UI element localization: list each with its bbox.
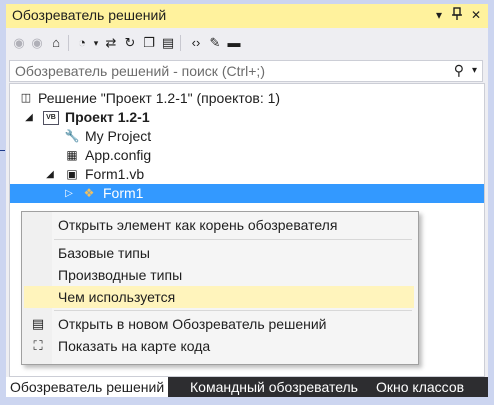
menu-item-label: Базовые типы — [58, 245, 150, 261]
tree-item-form-class[interactable]: ▷ ❖ Form1 — [10, 184, 484, 203]
background-edge — [0, 150, 5, 151]
menu-item-base-types[interactable]: Базовые типы — [24, 242, 414, 264]
title-bar[interactable]: Обозреватель решений ▾ ✕ — [6, 4, 488, 28]
forward-icon[interactable]: ◉ — [28, 34, 46, 52]
menu-item-scope-to-this[interactable]: Открыть элемент как корень обозревателя — [24, 214, 414, 236]
menu-separator — [54, 239, 412, 240]
solution-icon: ◫ — [20, 92, 32, 104]
context-menu: Открыть элемент как корень обозревателя … — [21, 211, 419, 365]
menu-item-label: Открыть элемент как корень обозревателя — [58, 217, 338, 233]
solution-label: Решение "Проект 1.2-1" (проектов: 1) — [38, 90, 281, 106]
window-frame: Обозреватель решений ▾ ✕ ◉ ◉ ⌂ ◔ ▾ ⇄ ↻ ❐… — [0, 0, 494, 405]
sync-icon[interactable]: ⇄ — [102, 34, 120, 52]
menu-item-show-on-code-map[interactable]: ⛶ Показать на карте кода — [24, 335, 414, 357]
view-code-icon[interactable]: ‹› — [187, 34, 205, 52]
tree-item-solution[interactable]: ◫ Решение "Проект 1.2-1" (проектов: 1) — [10, 89, 484, 108]
tab-solution-explorer[interactable]: Обозреватель решений — [6, 377, 169, 397]
menu-separator — [54, 310, 412, 311]
show-all-files-icon[interactable]: ▤ — [159, 34, 177, 52]
search-box[interactable]: Обозреватель решений - поиск (Ctrl+;) ⚲ … — [9, 60, 483, 82]
my-project-label: My Project — [85, 128, 152, 144]
tree-item-app-config[interactable]: ▦ App.config — [10, 146, 484, 165]
pin-icon[interactable] — [450, 7, 464, 23]
new-explorer-icon: ▤ — [31, 316, 45, 331]
toolbar-separator — [180, 35, 181, 51]
properties-icon[interactable]: ✎ — [206, 34, 224, 52]
code-map-icon: ⛶ — [33, 338, 43, 353]
chevron-down-icon[interactable]: ▾ — [472, 62, 477, 80]
vb-project-icon: VB — [43, 111, 59, 125]
tree-item-project[interactable]: ◢ VB Проект 1.2-1 — [10, 108, 484, 127]
tree-item-form-vb[interactable]: ◢ ▣ Form1.vb — [10, 165, 484, 184]
class-icon: ❖ — [83, 186, 95, 200]
wrench-icon: 🔧 — [64, 129, 80, 143]
form-file-icon: ▣ — [66, 167, 78, 181]
refresh-icon[interactable]: ↻ — [121, 34, 139, 52]
menu-item-label: Чем используется — [58, 289, 176, 305]
search-icon[interactable]: ⚲ — [454, 62, 464, 79]
collapsed-arrow-icon[interactable]: ▷ — [63, 185, 75, 202]
toolbar: ◉ ◉ ⌂ ◔ ▾ ⇄ ↻ ❐ ▤ ‹› ✎ ▬ — [6, 30, 488, 56]
menu-item-label: Показать на карте кода — [58, 338, 211, 354]
menu-item-derived-types[interactable]: Производные типы — [24, 264, 414, 286]
bottom-tab-bar: Обозреватель решений Командный обозреват… — [6, 377, 488, 397]
config-file-icon: ▦ — [66, 148, 78, 162]
expand-arrow-icon[interactable]: ◢ — [23, 109, 35, 126]
app-config-label: App.config — [85, 147, 152, 163]
project-label: Проект 1.2-1 — [65, 109, 150, 125]
back-icon[interactable]: ◉ — [10, 34, 28, 52]
tree-item-my-project[interactable]: 🔧 My Project — [10, 127, 484, 146]
panel-title: Обозреватель решений — [12, 7, 167, 23]
close-icon[interactable]: ✕ — [469, 7, 483, 23]
toolbar-separator — [68, 35, 69, 51]
dropdown-icon[interactable]: ▾ — [432, 7, 446, 23]
collapse-all-icon[interactable]: ❐ — [140, 34, 158, 52]
preview-icon[interactable]: ▬ — [225, 34, 243, 52]
form-vb-label: Form1.vb — [85, 166, 145, 182]
menu-item-label: Производные типы — [58, 267, 183, 283]
menu-item-new-solution-explorer[interactable]: ▤ Открыть в новом Обозреватель решений — [24, 313, 414, 335]
form-class-label: Form1 — [103, 185, 144, 201]
expand-arrow-icon[interactable]: ◢ — [44, 166, 56, 183]
tab-class-view[interactable]: Окно классов — [372, 377, 468, 397]
search-input[interactable]: Обозреватель решений - поиск (Ctrl+;) — [15, 63, 265, 79]
home-icon[interactable]: ⌂ — [47, 34, 65, 52]
menu-item-is-used-by[interactable]: Чем используется — [24, 286, 414, 308]
menu-item-label: Открыть в новом Обозреватель решений — [58, 316, 327, 332]
tab-team-explorer[interactable]: Командный обозреватель — [186, 377, 362, 397]
